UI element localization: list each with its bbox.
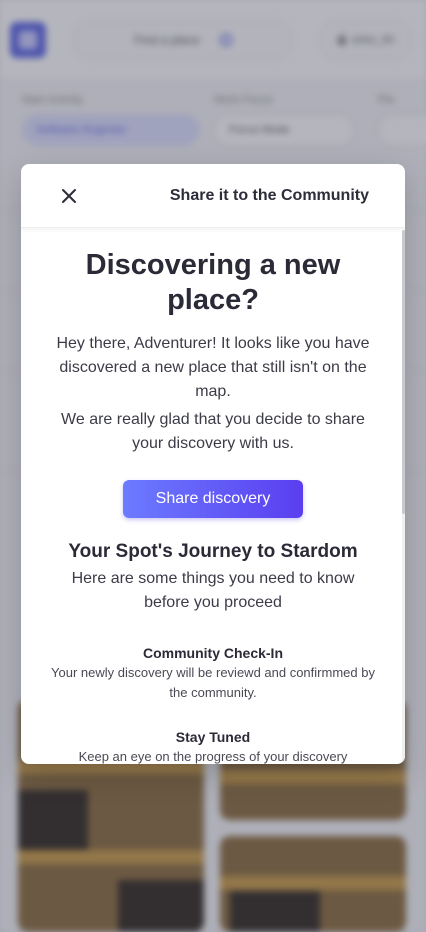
step-item: Community Check-In Your newly discovery … [47,643,379,703]
headline: Discovering a new place? [85,249,341,316]
share-discovery-button[interactable]: Share discovery [123,480,303,518]
close-button[interactable] [55,182,83,210]
modal-body: Discovering a new place? Hey there, Adve… [21,228,405,764]
intro-text-secondary: We are really glad that you decide to sh… [61,411,365,452]
modal-header: Share it to the Community [21,164,405,228]
close-icon [62,189,76,203]
journey-subtitle: Here are some things you need to know be… [71,570,355,611]
step-item: Stay Tuned Keep an eye on the progress o… [47,727,379,764]
step-title: Stay Tuned [175,729,251,745]
intro-text: Hey there, Adventurer! It looks like you… [56,335,370,400]
scrollbar-thumb[interactable] [402,230,405,514]
step-description: Your newly discovery will be reviewd and… [51,665,375,700]
share-community-modal: Share it to the Community Discovering a … [21,164,405,764]
journey-title: Your Spot's Journey to Stardom [68,541,358,562]
modal-title: Share it to the Community [169,187,369,204]
step-title: Community Check-In [142,645,283,661]
step-description: Keep an eye on the progress of your disc… [78,749,348,764]
